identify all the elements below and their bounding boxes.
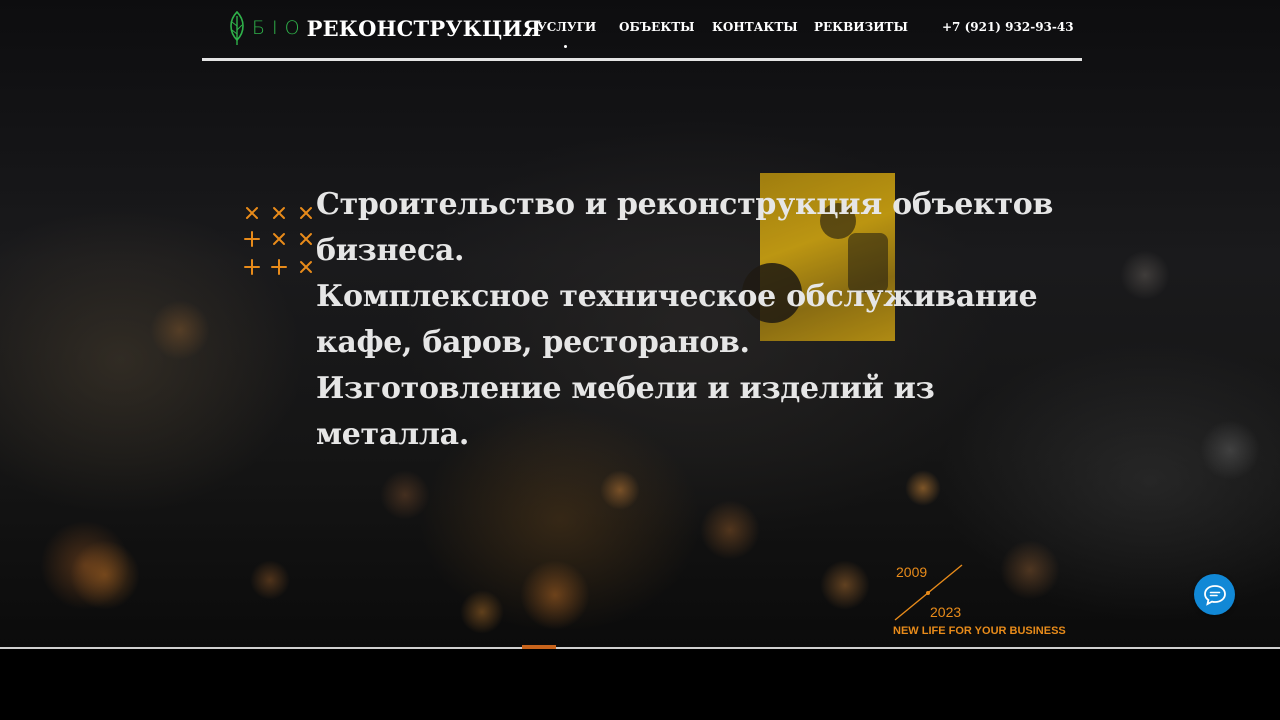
nav-item-services[interactable]: УСЛУГИ: [537, 20, 596, 34]
bokeh-light: [150, 300, 210, 360]
header-divider: [202, 58, 1082, 61]
phone-link[interactable]: +7 (921) 932-93-43: [942, 20, 1074, 34]
headline-line: металла.: [316, 417, 469, 452]
bokeh-light: [820, 560, 870, 610]
bokeh-light: [700, 500, 760, 560]
bokeh-light: [1120, 250, 1170, 300]
year-end: 2023: [930, 604, 962, 620]
bokeh-light: [520, 560, 590, 630]
main-nav: УСЛУГИ ОБЪЕКТЫ КОНТАКТЫ РЕКВИЗИТЫ +7 (92…: [0, 20, 1280, 48]
hero-headline: Строительство и реконструкция объектов б…: [316, 182, 1056, 458]
bokeh-light: [250, 560, 290, 600]
years-badge: 2009 2023 NEW LIFE FOR YOUR BUSINESS: [892, 562, 1082, 642]
bokeh-light: [1200, 420, 1260, 480]
headline-line: Комплексное техническое обслуживание: [316, 279, 1038, 314]
crosses-pattern-icon: [244, 207, 312, 275]
nav-item-contacts[interactable]: КОНТАКТЫ: [712, 20, 798, 34]
headline-line: бизнеса.: [316, 233, 465, 268]
hero-section: БIO РЕКОНСТРУКЦИЯ УСЛУГИ ОБЪЕКТЫ КОНТАКТ…: [0, 0, 1280, 649]
progress-marker: [522, 645, 556, 649]
headline-line: Строительство и реконструкция объектов: [316, 187, 1053, 222]
headline-line: Изготовление мебели и изделий из: [316, 371, 935, 406]
bokeh-light: [905, 470, 941, 506]
chat-bubble-icon: [1203, 584, 1226, 606]
year-start: 2009: [896, 564, 928, 580]
badge-tagline: NEW LIFE FOR YOUR BUSINESS: [893, 625, 1066, 637]
bokeh-light: [40, 520, 130, 610]
bokeh-light: [460, 590, 504, 634]
chat-button[interactable]: [1194, 574, 1235, 615]
bokeh-light: [70, 540, 140, 610]
nav-active-indicator: [564, 45, 567, 48]
bokeh-light: [600, 470, 640, 510]
bokeh-light: [380, 470, 430, 520]
nav-item-requisites[interactable]: РЕКВИЗИТЫ: [814, 20, 908, 34]
headline-line: кафе, баров, ресторанов.: [316, 325, 750, 360]
hero-bottom-border: [0, 647, 1280, 649]
nav-item-objects[interactable]: ОБЪЕКТЫ: [619, 20, 695, 34]
